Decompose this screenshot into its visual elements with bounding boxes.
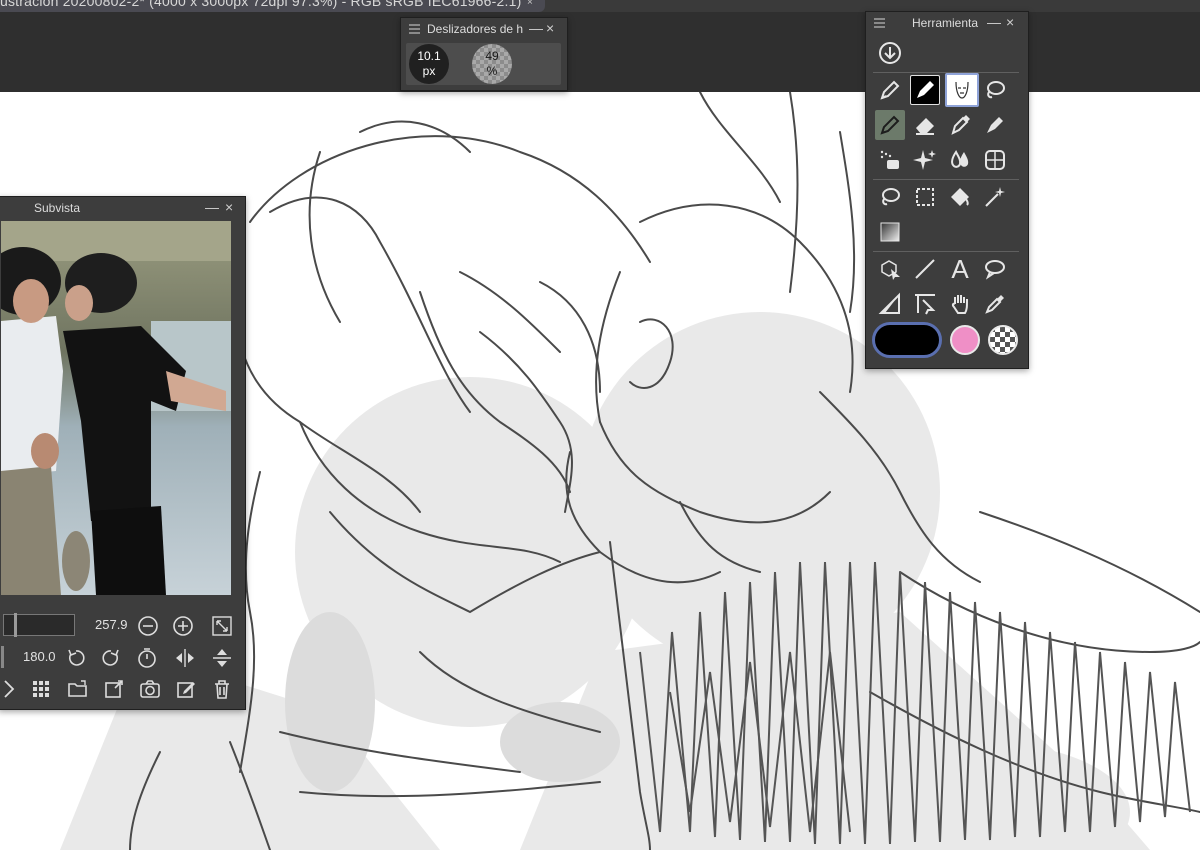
fit-view-icon[interactable]: [211, 615, 233, 637]
close-icon[interactable]: ×: [1006, 14, 1014, 30]
minimize-icon[interactable]: —: [987, 14, 1001, 30]
edit-image-icon[interactable]: [175, 678, 197, 700]
import-image-icon[interactable]: [103, 678, 125, 700]
subview-panel-title: Subvista: [34, 201, 81, 215]
correct-line-icon[interactable]: [910, 289, 940, 319]
main-color-swatch[interactable]: [872, 322, 942, 358]
zoom-value: 257.9: [95, 617, 128, 632]
sub-color-swatch[interactable]: [950, 325, 980, 355]
document-tab[interactable]: ustración 20200802-2* (4000 x 3000px 72d…: [0, 0, 545, 12]
eyedropper-icon[interactable]: [980, 289, 1010, 319]
object-select-icon[interactable]: [875, 254, 905, 284]
sparkle-icon[interactable]: [910, 145, 940, 175]
pen-icon[interactable]: [875, 75, 905, 105]
opacity-dial[interactable]: 49 %: [472, 44, 512, 84]
ink-pen-icon[interactable]: [945, 110, 975, 140]
zoom-out-icon[interactable]: [137, 615, 159, 637]
rotation-value: 180.0: [23, 649, 56, 664]
zoom-in-icon[interactable]: [172, 615, 194, 637]
hand-icon[interactable]: [945, 289, 975, 319]
transparent-color-swatch[interactable]: [988, 325, 1018, 355]
magic-wand-icon[interactable]: [980, 182, 1010, 212]
flip-horizontal-icon[interactable]: [174, 647, 196, 669]
close-icon[interactable]: ×: [225, 199, 233, 215]
text-icon[interactable]: A: [945, 254, 975, 284]
trash-icon[interactable]: [211, 678, 233, 700]
flip-vertical-icon[interactable]: [211, 647, 233, 669]
subview-panel: Subvista — × 257.9 180.0: [0, 196, 246, 710]
grid-icon[interactable]: [980, 145, 1010, 175]
ruler-icon[interactable]: [875, 289, 905, 319]
drag-handle-icon[interactable]: [409, 24, 420, 36]
brush-size-unit: px: [422, 64, 436, 78]
sliders-panel: Deslizadores de h — × 10.1 px 49 %: [400, 17, 568, 91]
camera-icon[interactable]: [139, 678, 161, 700]
calligraphy-icon[interactable]: [980, 110, 1010, 140]
eraser-icon[interactable]: [910, 110, 940, 140]
tool-panel: Herramienta — × A: [865, 11, 1029, 369]
document-close-icon[interactable]: ×: [527, 0, 533, 8]
zoom-slider[interactable]: [3, 613, 75, 637]
minimize-icon[interactable]: —: [529, 20, 543, 36]
marker-icon[interactable]: [910, 75, 940, 105]
image-grid-icon[interactable]: [30, 678, 52, 700]
pencil-icon[interactable]: [875, 110, 905, 140]
tool-separator: [873, 251, 1019, 252]
brush-size-dial[interactable]: 10.1 px: [409, 44, 449, 84]
balloon-icon[interactable]: [980, 254, 1010, 284]
sliders-panel-titlebar[interactable]: Deslizadores de h — ×: [401, 18, 567, 40]
brush-size-value: 10.1: [417, 49, 441, 63]
rotate-left-icon[interactable]: [65, 647, 87, 669]
fill-icon[interactable]: [945, 182, 975, 212]
spray-icon[interactable]: [875, 145, 905, 175]
gradient-icon[interactable]: [875, 217, 905, 247]
reference-image[interactable]: [1, 221, 231, 595]
next-image-icon[interactable]: [0, 678, 21, 700]
tool-separator: [873, 179, 1019, 180]
rotate-right-icon[interactable]: [100, 647, 122, 669]
face-brush-icon[interactable]: [945, 73, 979, 107]
zoom-slider-thumb[interactable]: [14, 613, 17, 637]
open-folder-icon[interactable]: [67, 678, 89, 700]
tool-panel-title: Herramienta: [912, 16, 979, 30]
document-title: ustración 20200802-2* (4000 x 3000px 72d…: [0, 0, 522, 9]
reset-rotation-icon[interactable]: [136, 647, 158, 669]
lasso-icon[interactable]: [875, 182, 905, 212]
drag-handle-icon[interactable]: [874, 18, 885, 30]
sliders-panel-body: 10.1 px 49 %: [406, 43, 561, 85]
lasso-brush-icon[interactable]: [980, 75, 1010, 105]
rect-select-icon[interactable]: [910, 182, 940, 212]
minimize-icon[interactable]: —: [205, 199, 219, 215]
rotation-slider[interactable]: [1, 646, 4, 668]
close-icon[interactable]: ×: [546, 20, 554, 36]
subview-panel-titlebar[interactable]: Subvista — ×: [0, 197, 245, 219]
tool-panel-titlebar[interactable]: Herramienta — ×: [866, 12, 1028, 34]
opacity-value: 49: [485, 49, 499, 63]
line-icon[interactable]: [910, 254, 940, 284]
download-icon[interactable]: [875, 38, 905, 68]
opacity-unit: %: [486, 64, 498, 78]
sliders-panel-title: Deslizadores de h: [427, 22, 524, 36]
blend-icon[interactable]: [945, 145, 975, 175]
